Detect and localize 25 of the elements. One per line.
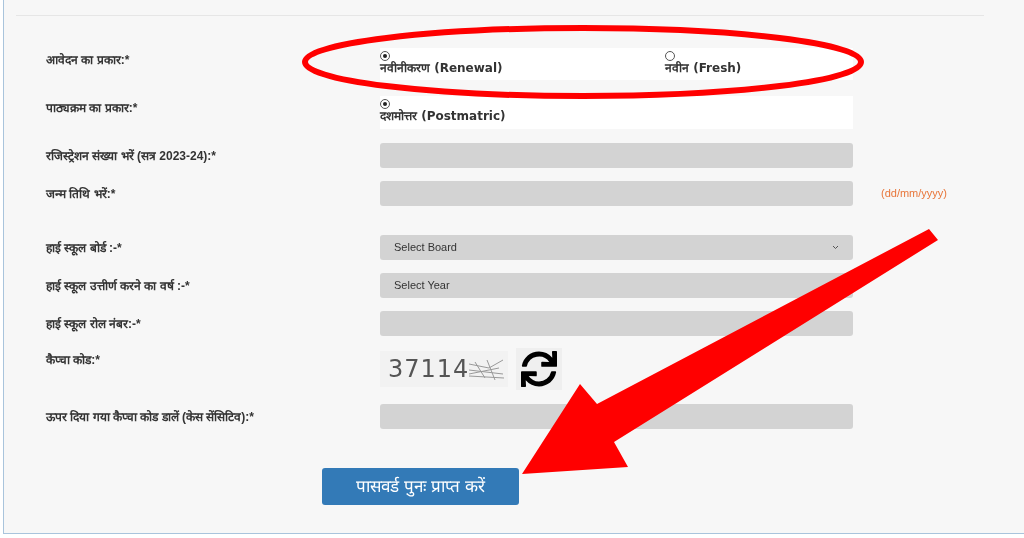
radio-button[interactable] <box>380 99 390 109</box>
field-label: हाई स्कूल रोल नंबर:-* <box>46 315 142 333</box>
recover-password-button[interactable]: पासवर्ड पुनः प्राप्त करें <box>322 468 519 505</box>
field-label: आवेदन का प्रकार:* <box>46 52 131 69</box>
radio-button[interactable] <box>665 51 675 61</box>
radio-option[interactable]: नवीनीकरण (Renewal) <box>380 48 665 80</box>
field-label: कैप्चा कोड:* <box>46 352 101 369</box>
field-label: हाई स्कूल बोर्ड :-* <box>46 239 123 257</box>
field-label: हाई स्कूल उत्तीर्ण करने का वर्ष :-* <box>46 277 191 295</box>
select-field[interactable]: Select Year <box>380 273 853 298</box>
radio-button[interactable] <box>380 51 390 61</box>
field-label: जन्म तिथि भरें:* <box>46 185 117 203</box>
refresh-icon <box>521 351 557 387</box>
field-label: पाठ्यक्रम का प्रकार:* <box>46 100 139 117</box>
chevron-down-icon <box>832 245 839 250</box>
text-field[interactable] <box>380 181 853 206</box>
text-field[interactable] <box>380 143 853 168</box>
field-label: ऊपर दिया गया कैप्चा कोड डालें (केस सेंसिटिव):* <box>46 408 255 426</box>
radio-option[interactable]: दशमोत्तर (Postmatric) <box>380 96 665 129</box>
radio-option[interactable]: नवीन (Fresh) <box>665 48 742 80</box>
field-label: रजिस्ट्रेशन संख्या भरें (सत्र 2023-24):* <box>46 147 218 165</box>
select-field[interactable]: Select Board <box>380 235 853 260</box>
date-format-hint: (dd/mm/yyyy) <box>881 186 947 202</box>
refresh-button[interactable] <box>516 348 562 390</box>
captcha-code: 37114 <box>388 354 470 385</box>
